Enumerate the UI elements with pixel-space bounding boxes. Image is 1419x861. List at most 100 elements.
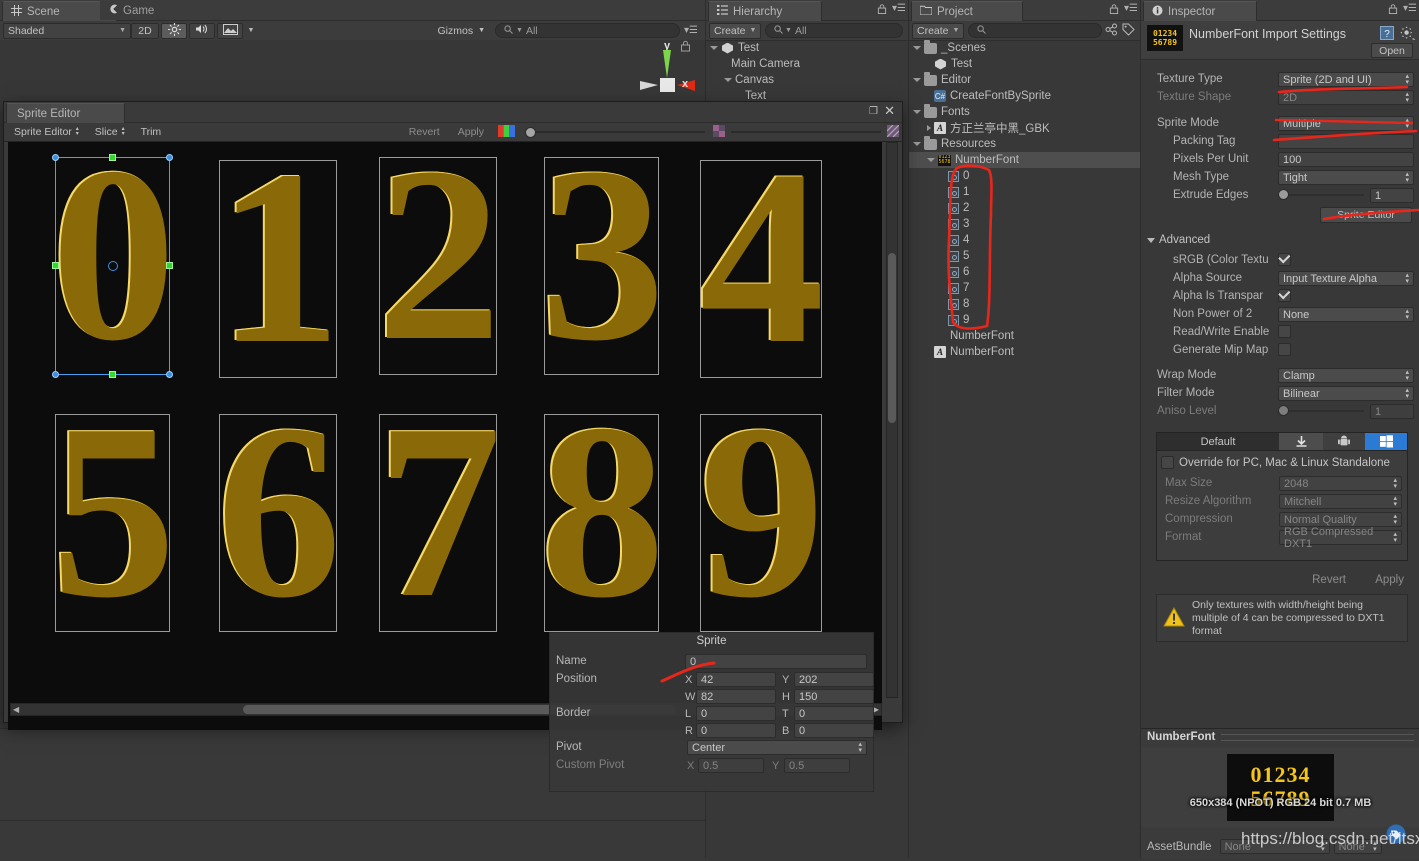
gizmos-dropdown[interactable]: Gizmos ▼: [431, 23, 491, 39]
scene-search-input[interactable]: ▼ All: [495, 23, 681, 38]
project-item-0[interactable]: 0: [909, 168, 1141, 184]
extrude-edges-knob[interactable]: [1278, 189, 1289, 200]
scroll-left-icon[interactable]: ◀: [13, 705, 19, 714]
extrude-edges-slider[interactable]: [1278, 188, 1364, 201]
slice-menu-button[interactable]: Slice ▴ ▾: [88, 124, 132, 140]
custom-pivot-x-input[interactable]: 0.5: [698, 758, 764, 773]
aniso-level-knob[interactable]: [1278, 405, 1289, 416]
border-l-input[interactable]: 0: [696, 706, 776, 721]
hamburger-icon[interactable]: ▾☰: [892, 3, 906, 14]
chevron-down-icon[interactable]: [724, 78, 732, 82]
project-item-5[interactable]: 5: [909, 248, 1141, 264]
hierarchy-search-input[interactable]: ▼ All: [765, 23, 903, 38]
override-checkbox[interactable]: [1161, 456, 1174, 469]
chevron-right-icon[interactable]: [927, 125, 931, 131]
shading-mode-dropdown[interactable]: Shaded ▼: [3, 22, 131, 39]
fx-dropdown-arrow[interactable]: ▼: [245, 23, 257, 39]
filter-mode-dropdown[interactable]: Bilinear ▴ ▾: [1278, 386, 1414, 401]
toggle-2d-button[interactable]: 2D: [131, 22, 159, 39]
toggle-lighting-button[interactable]: [161, 22, 187, 39]
open-button[interactable]: Open: [1371, 43, 1413, 58]
sprite-canvas-vscrollbar[interactable]: [886, 142, 898, 698]
project-tree[interactable]: _Scenes Test Editor C# CreateFontBySprite Fon…: [909, 40, 1141, 858]
alpha-source-dropdown[interactable]: Input Texture Alpha ▴ ▾: [1278, 271, 1414, 286]
hamburger-icon[interactable]: ▾☰: [1124, 3, 1138, 14]
tab-game[interactable]: Game: [100, 1, 167, 20]
sprite-name-input[interactable]: 0: [685, 654, 867, 669]
checker-icon[interactable]: [713, 124, 725, 140]
border-b-input[interactable]: 0: [794, 723, 874, 738]
project-item-resources[interactable]: Resources: [909, 135, 1141, 152]
packing-tag-input[interactable]: [1278, 134, 1414, 149]
lock-icon[interactable]: [877, 3, 887, 18]
close-icon[interactable]: ✕: [884, 104, 895, 117]
sprite-editor-button[interactable]: Sprite Editor: [1320, 207, 1412, 223]
chevron-down-icon[interactable]: [927, 158, 935, 162]
project-item-editor[interactable]: Editor: [909, 71, 1141, 88]
zoom-slider-knob[interactable]: [525, 126, 536, 138]
project-item-numberfont[interactable]: A NumberFont: [909, 344, 1141, 360]
chevron-down-icon[interactable]: [913, 142, 921, 146]
sprite-handle-corner[interactable]: [52, 154, 59, 161]
generate-mip-map-checkbox[interactable]: [1278, 343, 1291, 356]
max-size-dropdown[interactable]: 2048 ▴ ▾: [1279, 476, 1402, 491]
tab-sprite-editor[interactable]: Sprite Editor: [6, 103, 125, 123]
inspector-revert-button[interactable]: Revert: [1306, 572, 1352, 588]
sprite-editor-menu-button[interactable]: Sprite Editor ▴ ▾: [7, 124, 86, 140]
project-item-1[interactable]: 1: [909, 184, 1141, 200]
alpha-is-transpar-checkbox[interactable]: [1278, 289, 1291, 302]
aniso-level-slider[interactable]: [1278, 404, 1364, 417]
hierarchy-create-button[interactable]: Create ▼: [709, 22, 761, 39]
project-create-button[interactable]: Create ▼: [912, 22, 964, 39]
platform-tab-standalone[interactable]: [1279, 433, 1323, 450]
non-power-of-2-dropdown[interactable]: None ▴ ▾: [1278, 307, 1414, 322]
chevron-down-icon[interactable]: [913, 78, 921, 82]
scene-axis-gizmo[interactable]: y x: [620, 40, 705, 100]
sprite-mode-dropdown[interactable]: Multiple ▴ ▾: [1278, 116, 1414, 131]
hierarchy-item-main-camera[interactable]: Main Camera: [706, 56, 909, 72]
hierarchy-item-test[interactable]: Test: [706, 40, 909, 56]
sprite-handle-corner[interactable]: [166, 154, 173, 161]
zoom-slider[interactable]: [525, 126, 705, 138]
custom-pivot-y-input[interactable]: 0.5: [784, 758, 850, 773]
project-item-8[interactable]: 8: [909, 296, 1141, 312]
position-x-input[interactable]: 42: [696, 672, 776, 687]
rgb-channel-icon[interactable]: [498, 124, 515, 140]
texture-shape-dropdown[interactable]: 2D ▴ ▾: [1278, 90, 1414, 105]
toggle-audio-button[interactable]: [189, 22, 215, 39]
mesh-type-dropdown[interactable]: Tight ▴ ▾: [1278, 170, 1414, 185]
project-item-test[interactable]: Test: [909, 56, 1141, 72]
project-item-9[interactable]: 9: [909, 312, 1141, 328]
alpha-slider[interactable]: [731, 131, 881, 133]
lock-icon[interactable]: [680, 40, 691, 55]
tag-icon[interactable]: [1122, 23, 1135, 39]
extrude-edges-field[interactable]: 1: [1370, 188, 1414, 203]
revert-button[interactable]: Revert: [401, 124, 448, 140]
format-dropdown[interactable]: RGB Compressed DXT1 ▴ ▾: [1279, 526, 1402, 550]
platform-tab-default[interactable]: Default: [1157, 433, 1279, 450]
size-h-input[interactable]: 150: [794, 689, 874, 704]
resize-algorithm-dropdown[interactable]: Mitchell ▴ ▾: [1279, 494, 1402, 509]
lock-icon[interactable]: [1388, 3, 1398, 18]
chevron-down-icon[interactable]: [710, 46, 718, 50]
project-item-createfontbysprite[interactable]: C# CreateFontBySprite: [909, 88, 1141, 104]
sprite-handle-edge[interactable]: [108, 154, 116, 161]
project-item--scenes[interactable]: _Scenes: [909, 40, 1141, 56]
apply-button[interactable]: Apply: [450, 124, 492, 140]
tab-inspector[interactable]: Inspector: [1143, 1, 1257, 21]
tab-project[interactable]: Project: [911, 1, 1023, 21]
project-item-numberfont[interactable]: NumberFont: [909, 328, 1141, 344]
hierarchy-item-canvas[interactable]: Canvas: [706, 72, 909, 88]
inspector-apply-button[interactable]: Apply: [1369, 572, 1410, 588]
sprite-handle-edge[interactable]: [166, 262, 173, 269]
sprite-pivot-dropdown[interactable]: Center ▴ ▾: [687, 740, 867, 755]
chevron-down-icon[interactable]: [913, 46, 921, 50]
aniso-level-field[interactable]: 1: [1370, 404, 1414, 419]
border-r-input[interactable]: 0: [696, 723, 776, 738]
override-row[interactable]: Override for PC, Mac & Linux Standalone: [1161, 456, 1390, 469]
srgb-color-textu-checkbox[interactable]: [1278, 253, 1291, 266]
alpha-icon[interactable]: [886, 124, 900, 140]
project-item-4[interactable]: 4: [909, 232, 1141, 248]
project-item-6[interactable]: 6: [909, 264, 1141, 280]
minimize-icon[interactable]: ❐: [869, 106, 878, 117]
